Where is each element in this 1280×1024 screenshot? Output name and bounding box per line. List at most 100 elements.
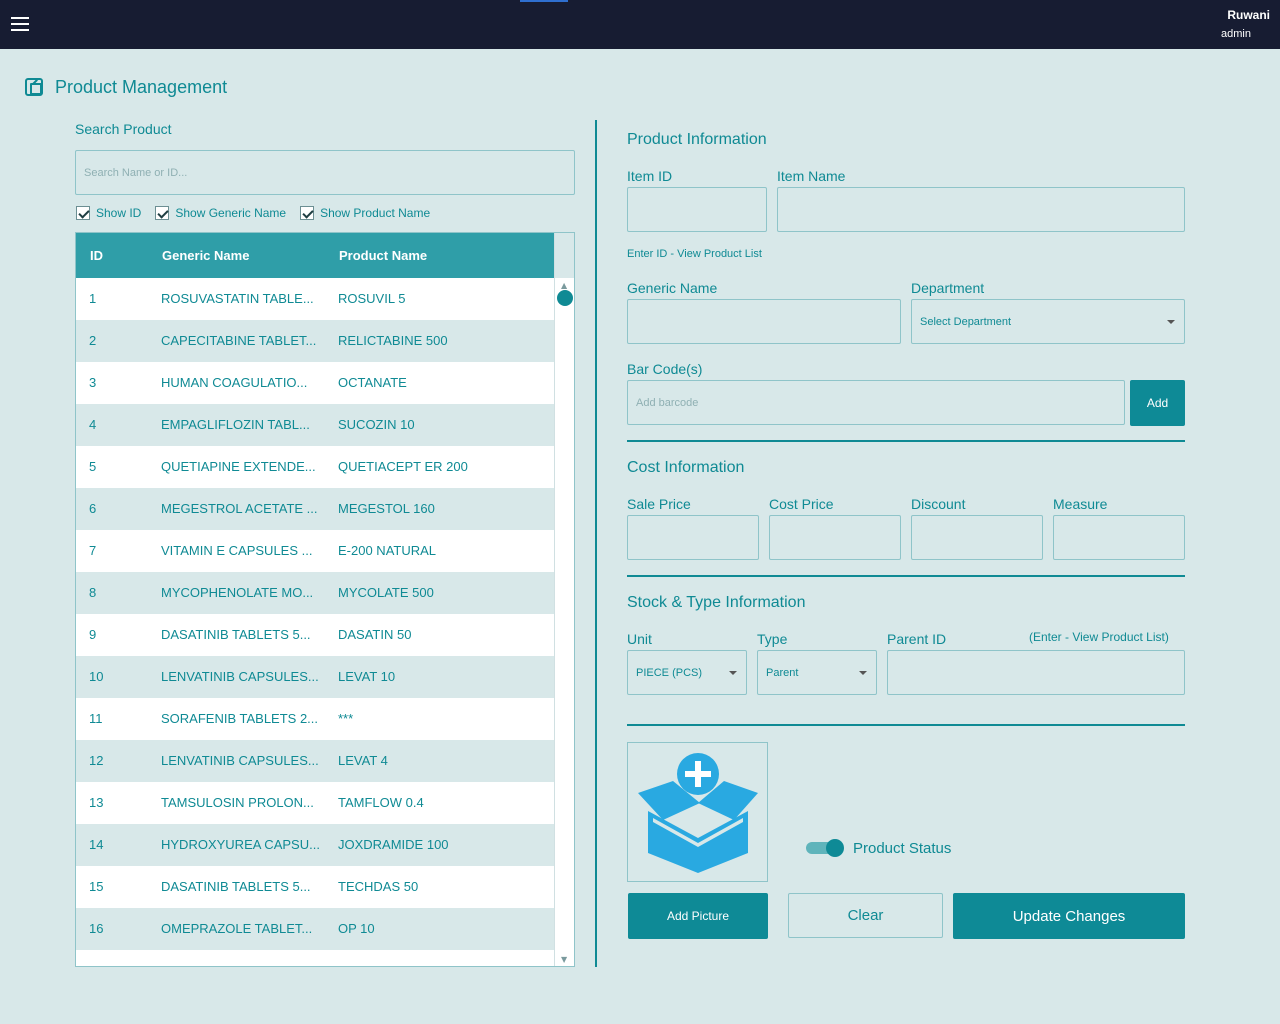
item-id-input[interactable]: [628, 188, 766, 231]
discount-input[interactable]: [912, 516, 1042, 559]
cost-price-input[interactable]: [770, 516, 900, 559]
scroll-up-icon[interactable]: ▲: [561, 281, 567, 290]
row-product-name-cell: TAMFLOW 0.4: [338, 795, 424, 810]
table-row[interactable]: 11 SORAFENIB TABLETS 2... ***: [76, 698, 554, 740]
row-id-cell: 9: [89, 627, 97, 642]
cost-price-field: [769, 515, 901, 560]
generic-name-input[interactable]: [628, 300, 900, 343]
row-product-name-cell: LEVAT 4: [338, 753, 388, 768]
section-divider: [627, 724, 1185, 726]
generic-name-label: Generic Name: [627, 280, 718, 296]
item-id-field: [627, 187, 767, 232]
table-row[interactable]: 2 CAPECITABINE TABLET... RELICTABINE 500: [76, 320, 554, 362]
search-field: [75, 150, 575, 195]
show-product-name-checkbox[interactable]: Show Product Name: [300, 206, 430, 220]
parent-id-hint: (Enter - View Product List): [1029, 630, 1169, 644]
update-changes-button[interactable]: Update Changes: [953, 893, 1185, 939]
row-product-name-cell: OP 10: [338, 921, 375, 936]
barcode-label: Bar Code(s): [627, 361, 703, 377]
row-generic-name-cell: VITAMIN E CAPSULES ...: [161, 543, 313, 558]
row-generic-name-cell: CAPECITABINE TABLET...: [161, 333, 317, 348]
scroll-thumb[interactable]: [557, 290, 573, 306]
unit-select[interactable]: PIECE (PCS): [627, 650, 747, 695]
search-label: Search Product: [75, 121, 172, 137]
row-id-cell: 8: [89, 585, 97, 600]
page-header: Product Management: [25, 76, 227, 98]
table-row[interactable]: 9 DASATINIB TABLETS 5... DASATIN 50: [76, 614, 554, 656]
barcode-input[interactable]: [628, 381, 1124, 424]
show-generic-name-label: Show Generic Name: [175, 206, 287, 220]
section-divider: [627, 440, 1185, 442]
checkbox-check-icon[interactable]: [300, 206, 315, 220]
department-select[interactable]: Select Department: [911, 299, 1185, 344]
table-row[interactable]: 13 TAMSULOSIN PROLON... TAMFLOW 0.4: [76, 782, 554, 824]
row-id-cell: 12: [89, 753, 104, 768]
user-name: Ruwani: [1227, 8, 1270, 22]
product-picture[interactable]: [627, 742, 768, 882]
table-row[interactable]: 8 MYCOPHENOLATE MO... MYCOLATE 500: [76, 572, 554, 614]
show-generic-name-checkbox[interactable]: Show Generic Name: [155, 206, 286, 220]
hamburger-menu-icon[interactable]: [11, 17, 29, 31]
add-barcode-button[interactable]: Add: [1130, 380, 1185, 426]
discount-field: [911, 515, 1043, 560]
checkbox-check-icon[interactable]: [76, 206, 90, 220]
table-row[interactable]: 5 QUETIAPINE EXTENDE... QUETIACEPT ER 200: [76, 446, 554, 488]
row-id-cell: 5: [89, 459, 97, 474]
table-row[interactable]: 14 HYDROXYUREA CAPSU... JOXDRAMIDE 100: [76, 824, 554, 866]
row-product-name-cell: E-200 NATURAL: [338, 543, 437, 558]
row-id-cell: 2: [89, 333, 97, 348]
table-row[interactable]: 1 ROSUVASTATIN TABLE... ROSUVIL 5: [76, 278, 554, 320]
row-generic-name-cell: HYDROXYUREA CAPSU...: [161, 837, 320, 852]
item-id-hint: Enter ID - View Product List: [627, 248, 762, 260]
table-row[interactable]: 12 LENVATINIB CAPSULES... LEVAT 4: [76, 740, 554, 782]
header-generic-name[interactable]: Generic Name: [162, 248, 249, 263]
toggle-knob: [826, 839, 844, 857]
table-row[interactable]: 6 MEGESTROL ACETATE ... MEGESTOL 160: [76, 488, 554, 530]
row-product-name-cell: QUETIACEPT ER 200: [338, 459, 468, 474]
table-row[interactable]: 10 LENVATINIB CAPSULES... LEVAT 10: [76, 656, 554, 698]
row-generic-name-cell: OMEPRAZOLE TABLET...: [161, 921, 313, 936]
product-status-toggle[interactable]: [806, 839, 844, 857]
header-product-name[interactable]: Product Name: [339, 248, 427, 263]
active-tab-indicator: [520, 0, 568, 2]
row-generic-name-cell: QUETIAPINE EXTENDE...: [161, 459, 316, 474]
row-id-cell: 7: [89, 543, 97, 558]
row-generic-name-cell: TAMSULOSIN PROLON...: [161, 795, 314, 810]
checkbox-check-icon[interactable]: [155, 206, 170, 220]
add-picture-button[interactable]: Add Picture: [628, 893, 768, 939]
table-row[interactable]: 4 EMPAGLIFLOZIN TABL... SUCOZIN 10: [76, 404, 554, 446]
top-bar: Ruwani admin: [0, 0, 1280, 49]
department-selected-value: Select Department: [920, 315, 1012, 328]
parent-id-input[interactable]: [888, 651, 1184, 694]
table-row[interactable]: 16 OMEPRAZOLE TABLET... OP 10: [76, 908, 554, 950]
row-id-cell: 11: [89, 711, 103, 726]
header-id[interactable]: ID: [90, 248, 103, 263]
row-product-name-cell: OCTANATE: [338, 375, 407, 390]
show-id-label: Show ID: [96, 206, 142, 220]
row-generic-name-cell: HUMAN COAGULATIO...: [161, 375, 308, 390]
discount-label: Discount: [911, 496, 966, 512]
sale-price-input[interactable]: [628, 516, 758, 559]
clear-button[interactable]: Clear: [788, 893, 943, 938]
table-row[interactable]: 7 VITAMIN E CAPSULES ... E-200 NATURAL: [76, 530, 554, 572]
search-input[interactable]: [76, 151, 574, 194]
table-row[interactable]: 3 HUMAN COAGULATIO... OCTANATE: [76, 362, 554, 404]
row-id-cell: 4: [89, 417, 97, 432]
row-product-name-cell: SUCOZIN 10: [338, 417, 415, 432]
type-select[interactable]: Parent: [757, 650, 877, 695]
table-header: ID Generic Name Product Name: [76, 233, 554, 278]
sale-price-label: Sale Price: [627, 496, 691, 512]
measure-input[interactable]: [1054, 516, 1184, 559]
scroll-down-icon[interactable]: ▼: [561, 955, 567, 964]
show-id-checkbox[interactable]: Show ID: [76, 206, 141, 220]
row-product-name-cell: MYCOLATE 500: [338, 585, 434, 600]
generic-name-field: [627, 299, 901, 344]
column-toggles: Show ID Show Generic Name Show Product N…: [76, 206, 444, 220]
row-generic-name-cell: LENVATINIB CAPSULES...: [161, 669, 319, 684]
measure-field: [1053, 515, 1185, 560]
table-row[interactable]: 15 DASATINIB TABLETS 5... TECHDAS 50: [76, 866, 554, 908]
item-name-input[interactable]: [778, 188, 1184, 231]
table-scrollbar[interactable]: ▲ ▼: [554, 233, 574, 966]
row-id-cell: 13: [89, 795, 104, 810]
cost-info-title: Cost Information: [627, 459, 745, 476]
